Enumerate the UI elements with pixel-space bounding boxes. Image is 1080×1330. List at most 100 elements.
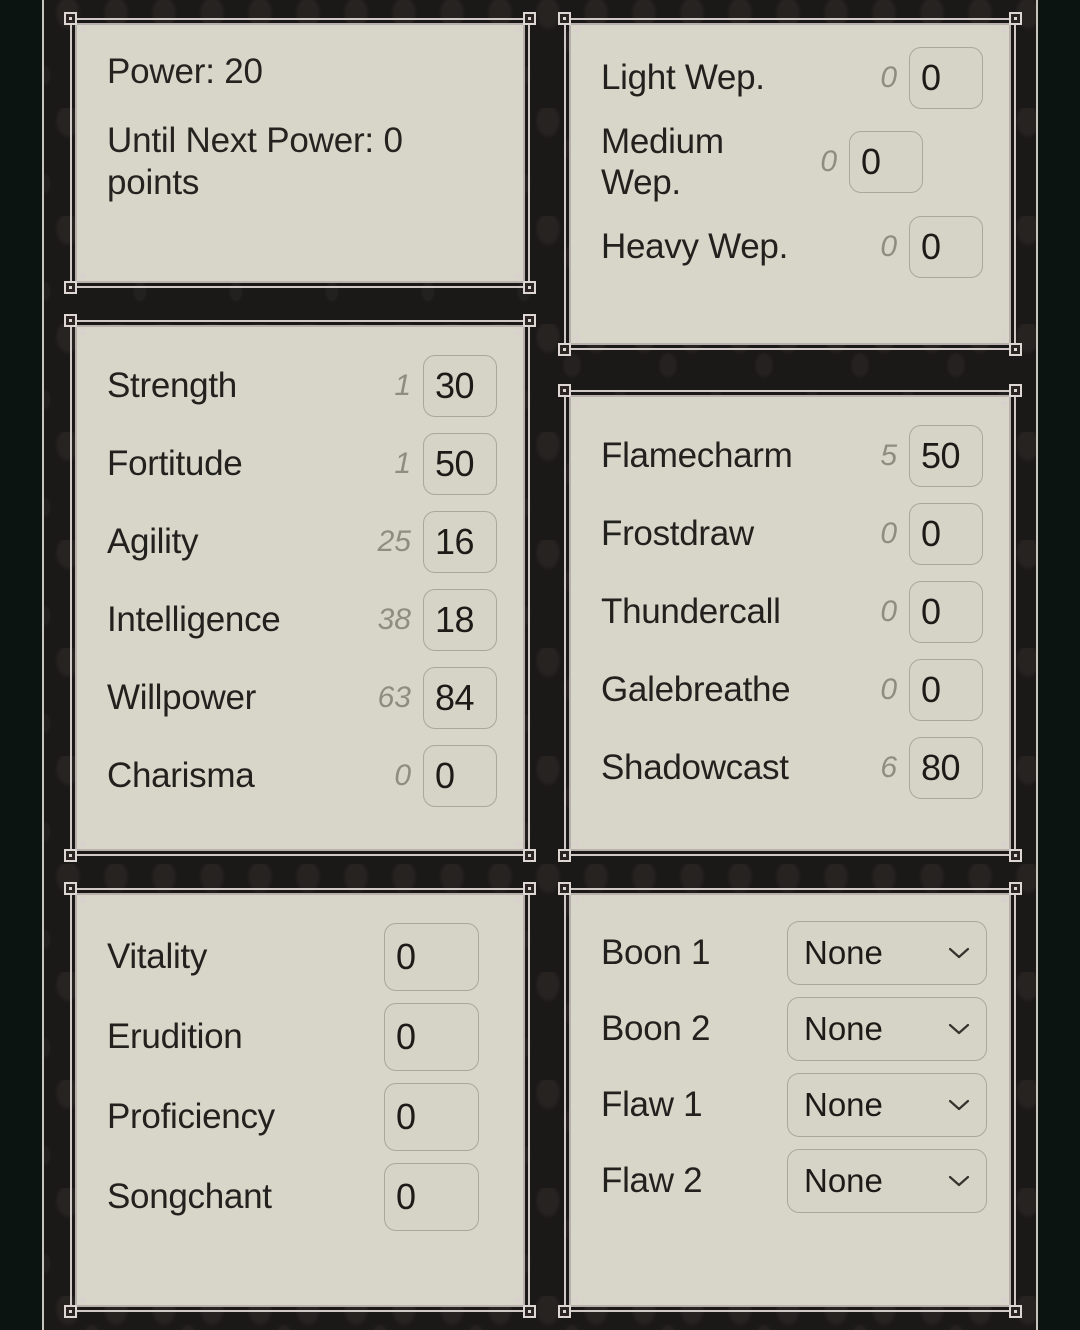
corner-tick-bottom-right [999,839,1008,848]
stat-value-input[interactable]: 0 [384,923,479,991]
boon-1-select[interactable]: None [787,921,987,985]
stat-value-input[interactable]: 80 [909,737,983,799]
stat-label: Strength [107,366,237,406]
stat-value-input[interactable]: 18 [423,589,497,651]
corner-ornament-bottom-left [558,343,571,356]
corner-tick-bottom-right [999,1295,1008,1304]
corner-tick-bottom-left [572,333,581,342]
flaw-2-select[interactable]: None [787,1149,987,1213]
stat-modifier: 0 [820,145,837,179]
corner-ornament-top-right [523,882,536,895]
flaw-1-selected-value: None [804,1086,883,1123]
stat-value-input[interactable]: 0 [909,581,983,643]
boon-2-select[interactable]: None [787,997,987,1061]
boon-1-label: Boon 1 [601,933,711,973]
corner-ornament-top-left [64,882,77,895]
corner-ornament-top-left [558,12,571,25]
stat-label: Proficiency [107,1097,275,1137]
corner-ornament-top-right [523,314,536,327]
stat-modifier: 1 [394,447,411,480]
stat-modifier: 1 [394,369,411,402]
stat-value-input[interactable]: 30 [423,355,497,417]
stat-value-input[interactable]: 50 [423,433,497,495]
stat-label: Heavy Wep. [601,226,788,266]
stat-modifier: 6 [880,751,897,784]
stat-label: Medium Wep. [601,122,724,203]
corner-tick-bottom-left [78,839,87,848]
stat-modifier: 0 [880,595,897,628]
corner-ornament-bottom-left [64,281,77,294]
power-panel: Power: 20 Until Next Power: 0 points [64,12,536,294]
corner-tick-bottom-left [78,271,87,280]
stat-modifier: 5 [880,439,897,472]
corner-tick-top-left [572,398,581,407]
boon-2-selected-value: None [804,1010,883,1047]
stat-modifier: 0 [880,517,897,550]
stat-value-input[interactable]: 0 [384,1083,479,1151]
corner-ornament-bottom-right [523,1305,536,1318]
corner-tick-top-right [999,398,1008,407]
stat-modifier: 25 [377,525,411,558]
flaw-1-label: Flaw 1 [601,1085,703,1125]
stat-value-input[interactable]: 0 [423,745,497,807]
attunements-panel: Flamecharm 5 50 Frostdraw 0 0 Thundercal… [558,384,1022,862]
corner-ornament-bottom-left [558,1305,571,1318]
stat-label: Thundercall [601,592,781,632]
stat-label: Galebreathe [601,670,791,710]
stat-value-input[interactable]: 0 [384,1163,479,1231]
corner-tick-bottom-left [572,1295,581,1304]
stat-label: Agility [107,522,199,562]
stat-row-strength: Strength 1 30 [107,355,497,417]
corner-ornament-bottom-right [523,281,536,294]
stat-row-flamecharm: Flamecharm 5 50 [601,425,983,487]
corner-tick-top-right [513,896,522,905]
stat-row-medium-wep: Medium Wep. 0 0 [601,121,983,204]
corner-tick-bottom-right [513,271,522,280]
stat-modifier: 0 [880,61,897,94]
corner-ornament-top-right [1009,384,1022,397]
flaw-1-select[interactable]: None [787,1073,987,1137]
stat-row-erudition: Erudition 0 [107,1003,479,1071]
stat-row-vitality: Vitality 0 [107,923,479,991]
stat-value-input[interactable]: 84 [423,667,497,729]
corner-ornament-bottom-right [1009,1305,1022,1318]
stat-value-input[interactable]: 0 [384,1003,479,1071]
attributes-panel: Strength 1 30 Fortitude 1 50 Agility 25 … [64,314,536,862]
corner-tick-top-right [513,26,522,35]
corner-tick-bottom-right [999,333,1008,342]
chevron-down-icon [946,1097,972,1113]
stat-row-charisma: Charisma 0 0 [107,745,497,807]
corner-ornament-top-right [1009,882,1022,895]
corner-tick-top-left [78,896,87,905]
stat-value-input[interactable]: 0 [849,131,923,194]
stat-modifier: 38 [377,603,411,636]
boon-1-selected-value: None [804,934,883,971]
stat-label: Fortitude [107,444,243,484]
stat-row-heavy-wep: Heavy Wep. 0 0 [601,215,983,278]
corner-tick-bottom-left [78,1295,87,1304]
secondary-stats-panel: Vitality 0 Erudition 0 Proficiency 0 Son… [64,882,536,1318]
flaw-2-selected-value: None [804,1162,883,1199]
corner-ornament-bottom-right [523,849,536,862]
stat-value-input[interactable]: 0 [909,47,983,109]
character-sheet-root: Power: 20 Until Next Power: 0 points Lig… [42,0,1038,1330]
stat-value-input[interactable]: 0 [909,503,983,565]
stat-label: Shadowcast [601,748,789,788]
stat-label: Light Wep. [601,58,765,98]
stat-row-proficiency: Proficiency 0 [107,1083,479,1151]
stat-value-input[interactable]: 16 [423,511,497,573]
boons-flaws-panel: Boon 1 None Boon 2 None Flaw 1 None Flaw… [558,882,1022,1318]
stat-value-input[interactable]: 50 [909,425,983,487]
stat-label: Songchant [107,1177,272,1217]
stat-row-galebreathe: Galebreathe 0 0 [601,659,983,721]
corner-tick-top-left [572,26,581,35]
corner-tick-top-left [78,26,87,35]
stat-value-input[interactable]: 0 [909,659,983,721]
corner-tick-bottom-right [513,1295,522,1304]
corner-ornament-top-left [558,384,571,397]
power-progress-text: Until Next Power: 0 points [107,120,403,203]
corner-tick-top-right [999,26,1008,35]
stat-row-frostdraw: Frostdraw 0 0 [601,503,983,565]
corner-tick-top-right [513,328,522,337]
stat-value-input[interactable]: 0 [909,215,983,278]
